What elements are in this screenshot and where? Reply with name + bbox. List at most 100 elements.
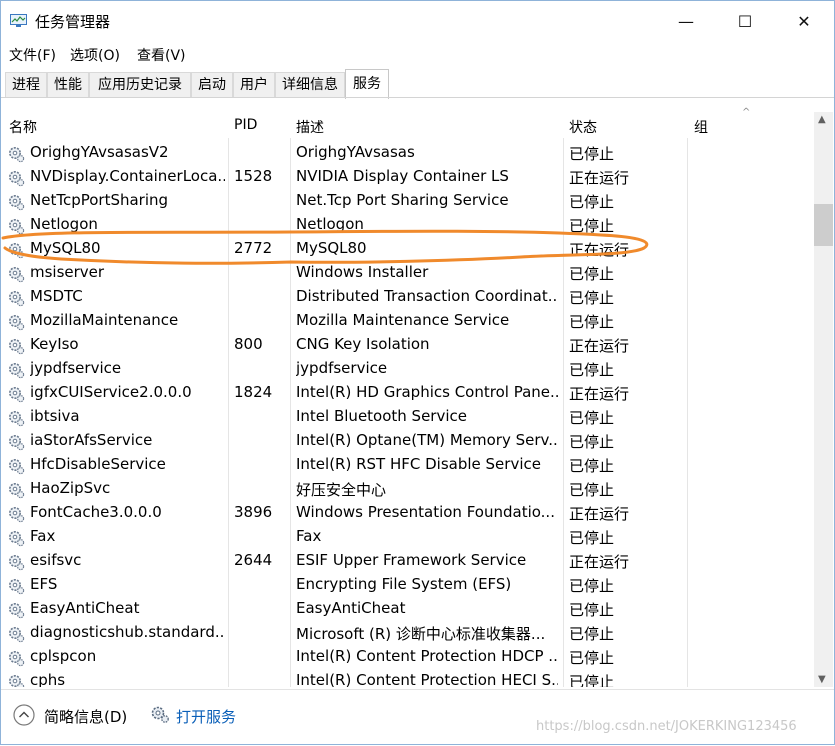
service-status: 已停止 xyxy=(569,577,615,595)
service-description: Intel(R) RST HFC Disable Service xyxy=(296,455,541,473)
vertical-scrollbar[interactable]: ▲ ▼ xyxy=(814,112,833,687)
service-description: Intel Bluetooth Service xyxy=(296,407,467,425)
table-header: 名称 PID 描述 状态 组 xyxy=(2,112,814,138)
service-description: Net.Tcp Port Sharing Service xyxy=(296,191,509,209)
table-row[interactable]: EasyAntiCheat EasyAntiCheat 已停止 xyxy=(2,597,814,621)
column-header-pid[interactable]: PID xyxy=(234,117,257,133)
service-gear-icon xyxy=(7,433,25,451)
service-pid: 2772 xyxy=(234,239,273,257)
table-row[interactable]: NetTcpPortSharing Net.Tcp Port Sharing Se… xyxy=(2,189,814,213)
column-header-description[interactable]: 描述 xyxy=(296,117,324,137)
scroll-down-arrow-icon[interactable]: ▼ xyxy=(818,674,826,685)
fewer-details-button[interactable]: 简略信息(D) xyxy=(44,706,127,727)
service-description: Intel(R) HD Graphics Control Pane... xyxy=(296,383,558,401)
service-gear-icon xyxy=(7,505,25,523)
menu-view[interactable]: 查看(V) xyxy=(137,45,186,65)
table-row[interactable]: Netlogon Netlogon 已停止 xyxy=(2,213,814,237)
table-row[interactable]: OrighgYAvsasasV2 OrighgYAvsasas 已停止 xyxy=(2,141,814,165)
service-name: ibtsiva xyxy=(30,407,80,425)
table-row[interactable]: HfcDisableService Intel(R) RST HFC Disabl… xyxy=(2,453,814,477)
table-row[interactable]: MozillaMaintenance Mozilla Maintenance Se… xyxy=(2,309,814,333)
service-description: Intel(R) Optane(TM) Memory Serv... xyxy=(296,431,558,449)
open-services-link[interactable]: 打开服务 xyxy=(176,706,236,727)
service-gear-icon xyxy=(7,193,25,211)
table-row[interactable]: esifsvc 2644 ESIF Upper Framework Service 正… xyxy=(2,549,814,573)
service-gear-icon xyxy=(7,145,25,163)
table-row[interactable]: EFS Encrypting File System (EFS) 已停止 xyxy=(2,573,814,597)
service-status: 正在运行 xyxy=(569,505,630,523)
service-status: 已停止 xyxy=(569,313,615,331)
service-name: cphs xyxy=(30,671,66,687)
tab-details[interactable]: 详细信息 xyxy=(275,72,345,98)
chevron-up-circle-icon[interactable] xyxy=(13,704,35,726)
maximize-button[interactable]: ☐ xyxy=(715,1,775,41)
tab-services[interactable]: 服务 xyxy=(345,69,389,99)
tab-startup[interactable]: 启动 xyxy=(191,72,233,98)
title-bar[interactable]: 任务管理器 — ☐ ✕ xyxy=(1,1,834,41)
service-status: 已停止 xyxy=(569,193,615,211)
table-row[interactable]: KeyIso 800 CNG Key Isolation 正在运行 xyxy=(2,333,814,357)
table-row[interactable]: iaStorAfsService Intel(R) Optane(TM) Memo… xyxy=(2,429,814,453)
table-row[interactable]: FontCache3.0.0.0 3896 Windows Presentation… xyxy=(2,501,814,525)
service-pid: 1528 xyxy=(234,167,273,185)
service-name: EasyAntiCheat xyxy=(30,599,140,617)
service-gear-icon xyxy=(7,313,25,331)
table-row[interactable]: cplspcon Intel(R) Content Protection HDCP… xyxy=(2,645,814,669)
service-description: Fax xyxy=(296,527,322,545)
service-name: HaoZipSvc xyxy=(30,479,111,497)
close-button[interactable]: ✕ xyxy=(774,1,834,41)
service-name: FontCache3.0.0.0 xyxy=(30,503,162,521)
service-status: 正在运行 xyxy=(569,337,630,355)
service-status: 已停止 xyxy=(569,529,615,547)
service-name: cplspcon xyxy=(30,647,97,665)
services-gear-icon[interactable] xyxy=(150,704,170,724)
service-name: OrighgYAvsasasV2 xyxy=(30,143,169,161)
service-gear-icon xyxy=(7,265,25,283)
service-name: Netlogon xyxy=(30,215,98,233)
tab-users[interactable]: 用户 xyxy=(233,72,275,98)
service-gear-icon xyxy=(7,409,25,427)
service-pid: 3896 xyxy=(234,503,273,521)
service-description: Microsoft (R) 诊断中心标准收集器... xyxy=(296,625,546,643)
service-name: MozillaMaintenance xyxy=(30,311,179,329)
service-gear-icon xyxy=(7,361,25,379)
scrollbar-thumb[interactable] xyxy=(814,204,833,246)
service-gear-icon xyxy=(7,169,25,187)
service-description: Distributed Transaction Coordinat... xyxy=(296,287,558,305)
tab-app-history[interactable]: 应用历史记录 xyxy=(89,72,191,98)
service-gear-icon xyxy=(7,241,25,259)
table-row[interactable]: MySQL80 2772 MySQL80 正在运行 xyxy=(2,237,814,261)
service-gear-icon xyxy=(7,289,25,307)
table-row[interactable]: igfxCUIService2.0.0.0 1824 Intel(R) HD Gra… xyxy=(2,381,814,405)
service-description: Netlogon xyxy=(296,215,364,233)
minimize-button[interactable]: — xyxy=(656,1,716,41)
scroll-up-arrow-icon[interactable]: ▲ xyxy=(818,114,826,125)
service-status: 正在运行 xyxy=(569,385,630,403)
service-description: Mozilla Maintenance Service xyxy=(296,311,510,329)
watermark-text: https://blog.csdn.net/JOKERKING123456 xyxy=(536,719,797,734)
service-gear-icon xyxy=(7,625,25,643)
table-row[interactable]: HaoZipSvc 好压安全中心 已停止 xyxy=(2,477,814,501)
service-name: KeyIso xyxy=(30,335,79,353)
menu-file[interactable]: 文件(F) xyxy=(9,45,56,65)
table-row[interactable]: jypdfservice jypdfservice 已停止 xyxy=(2,357,814,381)
service-gear-icon xyxy=(7,553,25,571)
service-status: 已停止 xyxy=(569,457,615,475)
tab-performance[interactable]: 性能 xyxy=(47,72,89,98)
table-row[interactable]: cphs Intel(R) Content Protection HECI S..… xyxy=(2,669,814,687)
tab-processes[interactable]: 进程 xyxy=(5,72,47,98)
menu-options[interactable]: 选项(O) xyxy=(70,45,120,65)
column-header-status[interactable]: 状态 xyxy=(569,117,597,137)
service-name: igfxCUIService2.0.0.0 xyxy=(30,383,192,401)
service-name: MySQL80 xyxy=(30,239,101,257)
service-status: 已停止 xyxy=(569,217,615,235)
table-row[interactable]: MSDTC Distributed Transaction Coordinat..… xyxy=(2,285,814,309)
service-name: diagnosticshub.standard... xyxy=(30,623,225,641)
table-row[interactable]: ibtsiva Intel Bluetooth Service 已停止 xyxy=(2,405,814,429)
table-row[interactable]: diagnosticshub.standard... Microsoft (R) … xyxy=(2,621,814,645)
column-header-name[interactable]: 名称 xyxy=(9,117,37,137)
table-row[interactable]: Fax Fax 已停止 xyxy=(2,525,814,549)
column-header-group[interactable]: 组 xyxy=(694,117,708,137)
table-row[interactable]: msiserver Windows Installer 已停止 xyxy=(2,261,814,285)
table-row[interactable]: NVDisplay.ContainerLoca... 1528 NVIDIA Dis… xyxy=(2,165,814,189)
